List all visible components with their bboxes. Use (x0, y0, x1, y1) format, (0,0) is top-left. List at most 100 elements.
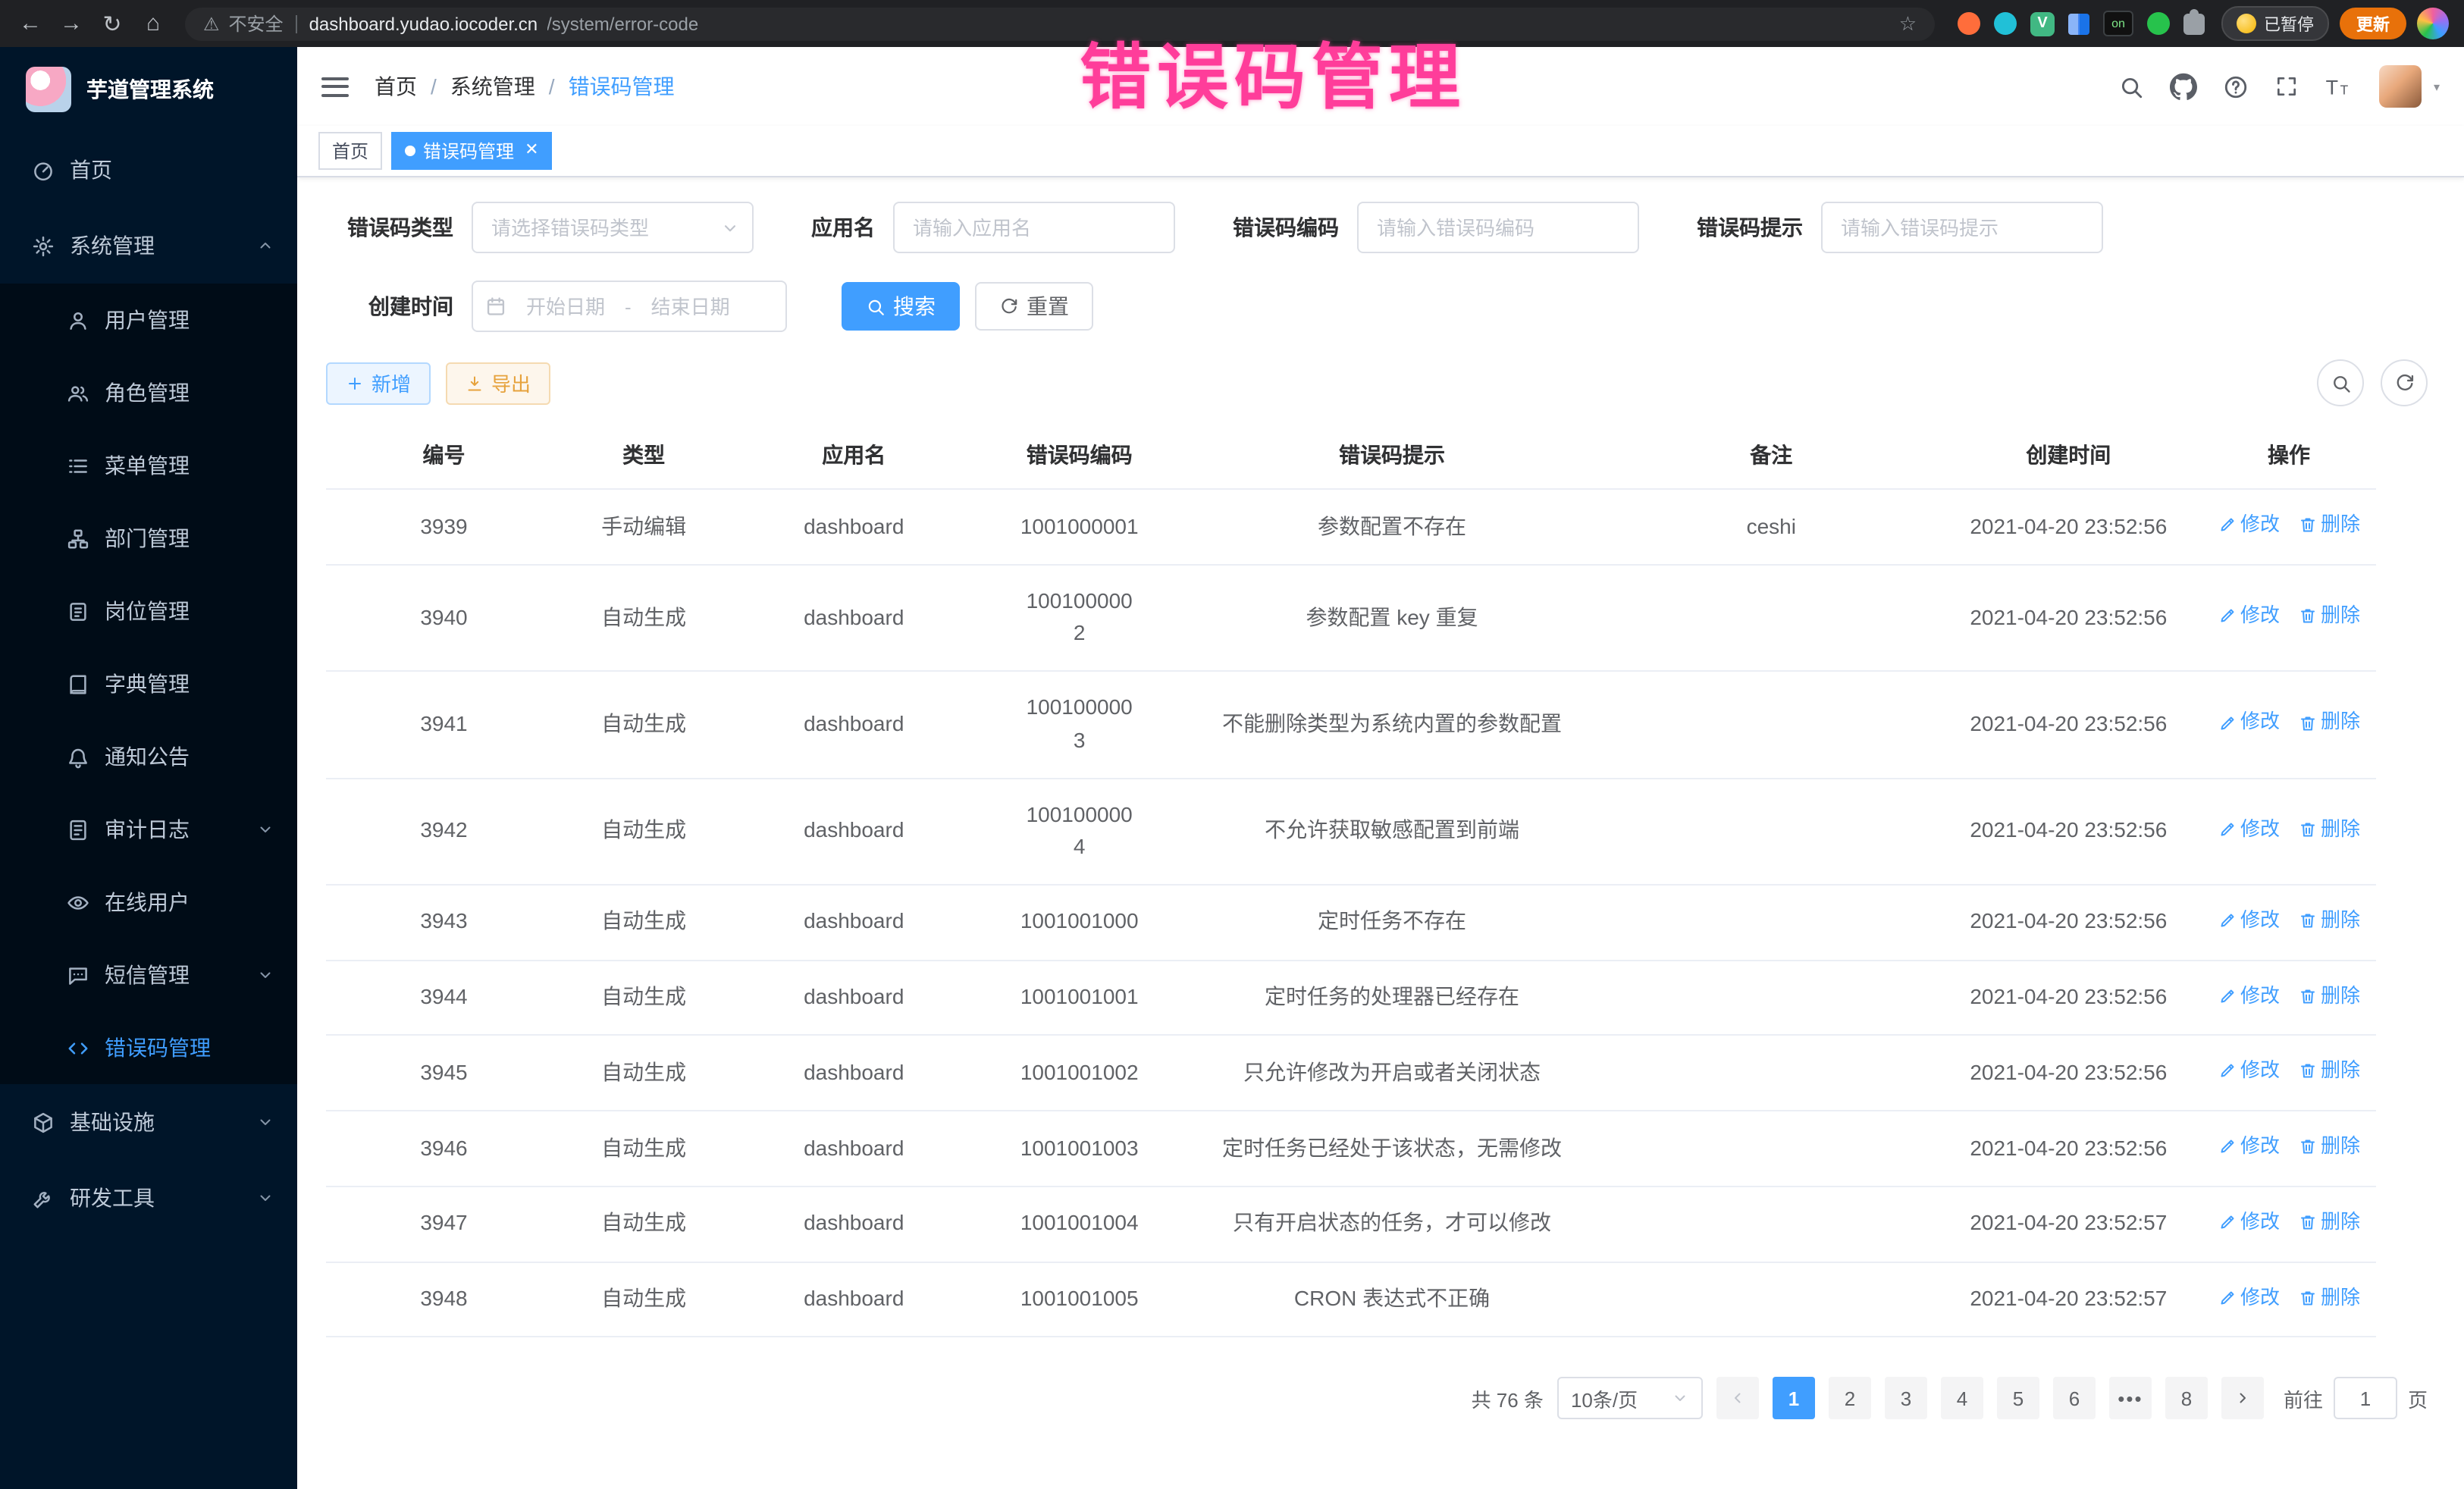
pagination-page-3[interactable]: 3 (1885, 1378, 1927, 1420)
toggle-search-button[interactable] (2317, 359, 2364, 406)
error-type-select[interactable] (472, 202, 754, 253)
font-size-icon[interactable] (2324, 72, 2353, 101)
start-date-input[interactable] (513, 293, 619, 319)
search-icon[interactable] (2118, 74, 2144, 99)
delete-link[interactable]: 删除 (2298, 1207, 2360, 1237)
cell-id: 3939 (326, 489, 562, 565)
avatar-caret-icon[interactable]: ▾ (2434, 80, 2440, 93)
cell-create-time: 2021-04-20 23:52:57 (1936, 1262, 2202, 1337)
user-avatar[interactable] (2379, 65, 2422, 108)
delete-link[interactable]: 删除 (2298, 509, 2360, 540)
tab-首页[interactable]: 首页 (318, 132, 382, 170)
sidebar-item-infra[interactable]: 基础设施 (0, 1084, 297, 1160)
forward-icon[interactable]: → (56, 11, 86, 36)
error-code-input[interactable] (1357, 202, 1639, 253)
delete-link[interactable]: 删除 (2298, 814, 2360, 845)
back-icon[interactable]: ← (15, 11, 45, 36)
extensions-puzzle-icon[interactable] (2183, 13, 2205, 34)
logo[interactable]: 芋道管理系统 (0, 47, 297, 132)
extension-green-icon[interactable] (2147, 12, 2170, 35)
date-range-picker[interactable]: - (472, 281, 787, 332)
edit-link[interactable]: 修改 (2218, 600, 2280, 631)
trash-icon (2298, 1137, 2316, 1155)
browser-update-button[interactable]: 更新 (2340, 8, 2406, 39)
tags-view: 首页错误码管理✕ (297, 126, 2464, 177)
browser-profile-avatar[interactable] (2417, 8, 2449, 39)
pagination-next-button[interactable] (2221, 1378, 2264, 1420)
edit-link[interactable]: 修改 (2218, 1282, 2280, 1312)
sidebar-item-notice[interactable]: 通知公告 (0, 720, 297, 793)
page-size-select[interactable]: 10条/页 (1557, 1378, 1703, 1420)
sidebar-item-system[interactable]: 系统管理 (0, 208, 297, 284)
app-name-input[interactable] (893, 202, 1175, 253)
edit-link[interactable]: 修改 (2218, 1207, 2280, 1237)
github-icon[interactable] (2170, 73, 2197, 100)
home-icon[interactable]: ⌂ (138, 11, 168, 36)
sidebar-item-dict[interactable]: 字典管理 (0, 647, 297, 720)
address-bar[interactable]: ⚠ 不安全 dashboard.yudao.iocoder.cn/system/… (185, 7, 1935, 40)
tab-close-icon[interactable]: ✕ (525, 143, 538, 159)
sidebar-item-role[interactable]: 角色管理 (0, 356, 297, 429)
extension-orange-icon[interactable] (1958, 12, 1980, 35)
breadcrumb-item[interactable]: 首页 (375, 71, 417, 102)
pagination-page-4[interactable]: 4 (1941, 1378, 1983, 1420)
add-button[interactable]: 新增 (326, 362, 431, 404)
tab-错误码管理[interactable]: 错误码管理✕ (391, 132, 552, 170)
edit-link[interactable]: 修改 (2218, 814, 2280, 845)
sidebar-item-dept[interactable]: 部门管理 (0, 502, 297, 575)
docs-question-icon[interactable] (2223, 74, 2249, 99)
sidebar-item-post[interactable]: 岗位管理 (0, 575, 297, 647)
end-date-input[interactable] (638, 293, 744, 319)
export-button[interactable]: 导出 (446, 362, 550, 404)
search-button[interactable]: 搜索 (842, 282, 960, 331)
proxy-on-icon[interactable]: on (2103, 11, 2133, 36)
sidebar-item-label: 菜单管理 (105, 450, 190, 481)
sidebar-item-online-user[interactable]: 在线用户 (0, 866, 297, 939)
pagination-prev-button[interactable] (1716, 1378, 1759, 1420)
extension-teal-icon[interactable] (1994, 12, 2017, 35)
reset-button[interactable]: 重置 (975, 282, 1093, 331)
profile-paused-badge[interactable]: 已暂停 (2221, 6, 2329, 41)
trash-icon (2298, 911, 2316, 929)
sidebar-item-error-code[interactable]: 错误码管理 (0, 1011, 297, 1084)
vue-devtools-icon[interactable]: V (2030, 11, 2055, 36)
edit-icon (2218, 1062, 2236, 1080)
pagination-goto-input[interactable] (2334, 1378, 2397, 1420)
sidebar-item-menu[interactable]: 菜单管理 (0, 429, 297, 502)
refresh-table-button[interactable] (2381, 359, 2428, 406)
edit-link[interactable]: 修改 (2218, 980, 2280, 1011)
search-icon (2330, 372, 2351, 393)
breadcrumb-item[interactable]: 系统管理 (450, 71, 535, 102)
pagination-page-8[interactable]: 8 (2165, 1378, 2208, 1420)
hamburger-icon[interactable] (321, 77, 349, 96)
sidebar-item-sms[interactable]: 短信管理 (0, 939, 297, 1011)
chevron-down-icon (256, 820, 274, 839)
sidebar-item-audit-log[interactable]: 审计日志 (0, 793, 297, 866)
fullscreen-icon[interactable] (2274, 74, 2299, 99)
error-tip-input[interactable] (1821, 202, 2103, 253)
pagination-page-1[interactable]: 1 (1773, 1378, 1815, 1420)
sidebar-item-home[interactable]: 首页 (0, 132, 297, 208)
edit-link[interactable]: 修改 (2218, 509, 2280, 540)
bookmark-star-icon[interactable]: ☆ (1899, 11, 1917, 36)
delete-link[interactable]: 删除 (2298, 905, 2360, 936)
reload-icon[interactable]: ↻ (97, 10, 127, 37)
extension-grid-icon[interactable] (2068, 13, 2089, 34)
delete-link[interactable]: 删除 (2298, 1131, 2360, 1161)
delete-link[interactable]: 删除 (2298, 1282, 2360, 1312)
edit-link[interactable]: 修改 (2218, 1056, 2280, 1086)
pagination-more-icon[interactable]: ••• (2109, 1378, 2152, 1420)
edit-link[interactable]: 修改 (2218, 905, 2280, 936)
sidebar-item-dev-tool[interactable]: 研发工具 (0, 1160, 297, 1236)
delete-link[interactable]: 删除 (2298, 1056, 2360, 1086)
pagination-page-6[interactable]: 6 (2053, 1378, 2096, 1420)
delete-link[interactable]: 删除 (2298, 600, 2360, 631)
edit-link[interactable]: 修改 (2218, 1131, 2280, 1161)
edit-link[interactable]: 修改 (2218, 707, 2280, 738)
delete-link[interactable]: 删除 (2298, 707, 2360, 738)
delete-link[interactable]: 删除 (2298, 980, 2360, 1011)
cell-id: 3948 (326, 1262, 562, 1337)
pagination-page-5[interactable]: 5 (1997, 1378, 2039, 1420)
sidebar-item-user[interactable]: 用户管理 (0, 284, 297, 356)
pagination-page-2[interactable]: 2 (1829, 1378, 1871, 1420)
